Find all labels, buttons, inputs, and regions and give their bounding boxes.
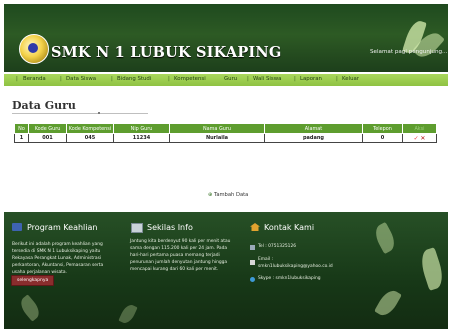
column-header: Nip Guru [113,123,170,134]
title-divider-dot [98,112,100,114]
column-header: Kode Kompetensi [66,123,114,134]
nav-separator: | [111,76,113,82]
house-icon [250,223,260,231]
column-header: Kode Guru [28,123,67,134]
cell-alamat: padang [264,133,363,143]
nav-separator: | [336,76,338,82]
news-icon [131,223,143,233]
nav-item-data-siswa[interactable]: Data Siswa [66,76,96,82]
table-header-row: No Kode Guru Kode Kompetensi Nip Guru Na… [14,123,437,134]
leaf-decoration [16,294,44,322]
site-header: SMK N 1 LUBUK SIKAPING Selamat pagi peng… [4,4,448,72]
school-logo [19,34,49,64]
leaf-decoration [374,286,402,320]
leaf-decoration [371,221,399,255]
tambah-data-label: Tambah Data [214,192,249,198]
kontak-tel: Tel : 0751325126 [258,244,297,249]
folder-icon [12,223,22,231]
sekilas-info-title: Sekilas Info [147,223,193,232]
sekilas-info-text: Jantung kita berdenyut 90 kali per menit… [130,239,231,272]
nav-separator: | [247,76,249,82]
kontak-email-label: Email : [258,257,274,262]
nav-separator: | [16,76,18,82]
welcome-text: Selamat pagi pengunjung... [370,49,448,55]
kontak-skype: Skype : smkn1lubuksikaping [258,276,321,281]
skype-icon [250,277,255,282]
site-footer: Program Keahlian Berikut ini adalah prog… [4,212,448,329]
column-header: No [14,123,29,134]
nav-item-beranda[interactable]: Beranda [23,76,46,82]
cell-nip-guru: 11234 [113,133,170,143]
nav-item-bidang-studi[interactable]: Bidang Studi [117,76,151,82]
nav-item-keluar[interactable]: Keluar [342,76,359,82]
nav-item-kompetensi[interactable]: Kompetensi [174,76,206,82]
nav-separator: | [294,76,296,82]
nav-separator: | [60,76,62,82]
nav-item-wali-siswa[interactable]: Wali Siswa [253,76,281,82]
column-header: Alamat [264,123,363,134]
column-header: Aksi [402,123,437,134]
program-keahlian-text: Berikut ini adalah program keahlian yang… [12,242,104,275]
site-title: SMK N 1 LUBUK SIKAPING [51,44,282,61]
main-content: Data Guru No Kode Guru Kode Kompetensi N… [4,86,448,212]
cell-aksi: ✓ ✕ [402,133,437,143]
nav-separator: | [168,76,170,82]
guru-table: No Kode Guru Kode Kompetensi Nip Guru Na… [14,123,437,143]
add-icon: ⊕ [208,192,213,198]
cell-no: 1 [14,133,29,143]
cell-kode-kompetensi: 045 [66,133,114,143]
selengkapnya-button[interactable]: selengkapnya [11,275,55,286]
cell-telepon: 0 [362,133,403,143]
delete-x-icon[interactable]: ✕ [420,135,425,142]
table-row: 1 001 045 11234 Nurlaila padang 0 ✓ ✕ [14,133,437,143]
main-nav: | Beranda | Data Siswa | Bidang Studi | … [4,74,448,86]
phone-icon [250,245,255,250]
nav-item-laporan[interactable]: Laporan [300,76,322,82]
page-title: Data Guru [12,99,76,112]
program-keahlian-title: Program Keahlian [27,223,98,232]
cell-kode-guru: 001 [28,133,67,143]
kontak-kami-title: Kontak Kami [264,223,315,232]
kontak-email[interactable]: smkn1lubuksikaping@yahoo.co.id [258,263,333,270]
leaf-decoration [118,302,138,326]
page: SMK N 1 LUBUK SIKAPING Selamat pagi peng… [0,0,452,329]
tambah-data-link[interactable]: ⊕ Tambah Data [208,192,248,198]
leaf-decoration [417,247,447,291]
email-icon [250,260,255,265]
cell-nama-guru: Nurlaila [169,133,265,143]
edit-check-icon[interactable]: ✓ [414,135,419,142]
nav-item-guru[interactable]: Guru [224,76,237,82]
column-header: Nama Guru [169,123,265,134]
title-divider [12,113,148,114]
column-header: Telepon [362,123,403,134]
